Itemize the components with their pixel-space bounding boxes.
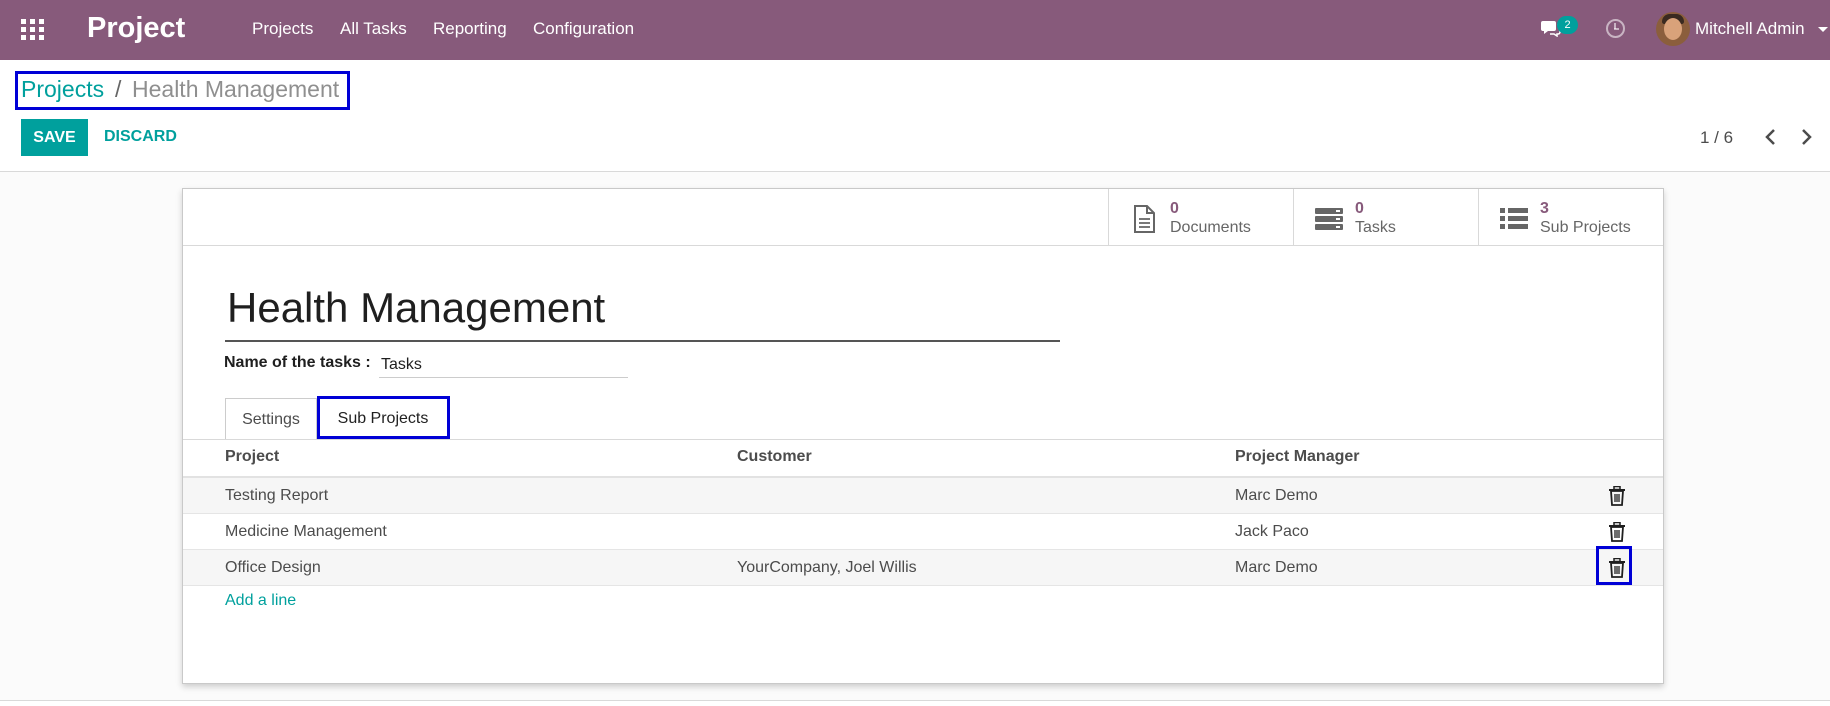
- menu-all-tasks[interactable]: All Tasks: [340, 19, 407, 39]
- breadcrumb-separator: /: [115, 76, 122, 102]
- column-header-customer[interactable]: Customer: [737, 448, 812, 466]
- documents-count: 0: [1170, 200, 1179, 217]
- chat-count-badge: 2: [1557, 16, 1578, 34]
- activity-clock-icon[interactable]: [1606, 19, 1625, 38]
- trash-icon[interactable]: [1608, 486, 1626, 506]
- button-box-divider: [183, 245, 1663, 246]
- cell-project: Office Design: [225, 559, 321, 576]
- save-button[interactable]: SAVE: [21, 119, 88, 156]
- tab-settings[interactable]: Settings: [225, 398, 317, 440]
- app-brand: Project: [87, 12, 186, 44]
- sub-projects-stat-button[interactable]: 3 Sub Projects: [1478, 189, 1663, 245]
- bottom-divider: [0, 700, 1830, 701]
- table-row[interactable]: Medicine Management Jack Paco: [183, 514, 1663, 550]
- menu-configuration[interactable]: Configuration: [533, 19, 634, 39]
- breadcrumb-projects-link[interactable]: Projects: [21, 76, 104, 103]
- tab-highlight: [317, 396, 450, 439]
- table-row[interactable]: Office Design YourCompany, Joel Willis M…: [183, 550, 1663, 586]
- table-row[interactable]: Testing Report Marc Demo: [183, 478, 1663, 514]
- cell-project: Testing Report: [225, 487, 329, 504]
- chevron-down-icon[interactable]: [1818, 27, 1828, 32]
- tasks-count: 0: [1355, 200, 1364, 217]
- apps-menu-icon[interactable]: [21, 19, 44, 40]
- documents-label: Documents: [1170, 219, 1251, 236]
- breadcrumb-current: Health Management: [132, 76, 340, 102]
- cell-project: Medicine Management: [225, 523, 387, 540]
- column-header-project[interactable]: Project: [225, 448, 279, 466]
- tasks-name-input[interactable]: [379, 352, 628, 378]
- sub-projects-count: 3: [1540, 200, 1549, 217]
- tasks-label: Tasks: [1355, 219, 1396, 236]
- add-line-link[interactable]: Add a line: [225, 592, 296, 610]
- tasks-name-label: Name of the tasks :: [224, 354, 371, 371]
- document-icon: [1134, 205, 1155, 233]
- tasks-stat-button[interactable]: 0 Tasks: [1293, 189, 1478, 245]
- discard-button[interactable]: DISCARD: [104, 128, 177, 146]
- top-navbar: Project Projects All Tasks Reporting Con…: [0, 0, 1830, 60]
- documents-stat-button[interactable]: 0 Documents: [1108, 189, 1293, 245]
- list-icon: [1500, 208, 1528, 229]
- project-name-underline: [225, 340, 1060, 342]
- tasks-icon: [1315, 208, 1343, 230]
- cell-manager: Marc Demo: [1235, 559, 1318, 576]
- chevron-right-icon[interactable]: [1797, 128, 1815, 146]
- cell-customer: YourCompany, Joel Willis: [737, 559, 917, 576]
- trash-highlight: [1596, 546, 1632, 585]
- pager-value[interactable]: 1 / 6: [1700, 128, 1733, 148]
- chevron-left-icon[interactable]: [1762, 128, 1780, 146]
- cell-manager: Marc Demo: [1235, 487, 1318, 504]
- trash-icon[interactable]: [1608, 522, 1626, 542]
- menu-reporting[interactable]: Reporting: [433, 19, 507, 39]
- avatar[interactable]: [1656, 12, 1690, 46]
- tab-divider: [183, 439, 1663, 440]
- column-header-project-manager[interactable]: Project Manager: [1235, 448, 1359, 466]
- cell-manager: Jack Paco: [1235, 523, 1309, 540]
- sub-projects-label: Sub Projects: [1540, 219, 1631, 236]
- menu-projects[interactable]: Projects: [252, 19, 313, 39]
- user-menu-name[interactable]: Mitchell Admin: [1695, 19, 1805, 39]
- project-name-field[interactable]: Health Management: [227, 284, 605, 332]
